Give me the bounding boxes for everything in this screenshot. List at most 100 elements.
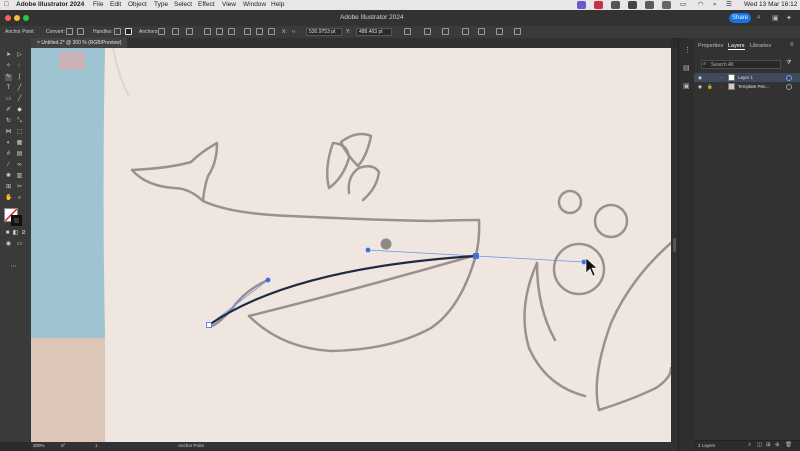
paintbrush-icon[interactable]: ╱	[16, 96, 23, 103]
zoom-field[interactable]: 300%	[33, 443, 45, 448]
filter-icon[interactable]: ⧩	[786, 60, 791, 67]
artboard-tool-icon[interactable]: ⊞	[5, 184, 12, 191]
delete-layer-icon[interactable]: 🗑	[785, 442, 792, 448]
search-icon[interactable]: ⌕	[757, 14, 761, 22]
rotate-tool-icon[interactable]: ↻	[5, 118, 12, 125]
layers-search-input[interactable]: Search All	[701, 60, 781, 69]
magic-wand-icon[interactable]: ✧	[5, 63, 12, 70]
lock-icon[interactable]: 🔒	[707, 82, 713, 91]
target-icon[interactable]	[786, 84, 792, 90]
menu-type[interactable]: Type	[154, 1, 168, 9]
tab-close-icon[interactable]: ×	[37, 40, 40, 46]
shaper-tool-icon[interactable]: ✐	[5, 107, 12, 114]
menu-edit[interactable]: Edit	[110, 1, 121, 9]
hand-icon[interactable]: ✋	[5, 195, 12, 202]
menu-window[interactable]: Window	[243, 1, 266, 9]
menubar-clock[interactable]: Wed 13 Mar 16:12	[744, 1, 797, 9]
status-app-icon[interactable]	[611, 1, 620, 9]
menu-help[interactable]: Help	[271, 1, 284, 9]
status-app-icon[interactable]	[628, 1, 637, 9]
none-mode-icon[interactable]: ⧄	[20, 230, 27, 237]
zoom-window-button[interactable]	[23, 15, 29, 21]
app-menu[interactable]: Adobe Illustrator 2024	[16, 1, 84, 9]
sparkle-icon[interactable]: ✦	[786, 14, 792, 22]
status-app-icon[interactable]	[594, 1, 603, 9]
convert-smooth-icon[interactable]	[77, 28, 84, 35]
blend-tool-icon[interactable]: ∞	[16, 162, 23, 169]
y-field[interactable]: 488.463 pt	[356, 28, 392, 36]
share-button[interactable]: Share	[729, 13, 751, 23]
gradient-mode-icon[interactable]: ◧	[12, 230, 19, 237]
hide-handles-icon[interactable]	[125, 28, 132, 35]
draw-mode-icon[interactable]: ◉	[5, 241, 12, 248]
page-field[interactable]: 1	[95, 443, 98, 448]
align-icon[interactable]	[268, 28, 275, 35]
zoom-icon[interactable]: ⌕	[16, 195, 23, 202]
wifi-icon[interactable]: ◠	[698, 1, 704, 9]
free-transform-icon[interactable]: ⬚	[16, 129, 23, 136]
cut-path-icon[interactable]	[186, 28, 193, 35]
width-tool-icon[interactable]: ⋈	[5, 129, 12, 136]
scale-tool-icon[interactable]: ⤡	[16, 118, 23, 125]
locate-object-icon[interactable]: ⌕	[748, 442, 751, 449]
show-handles-icon[interactable]	[114, 28, 121, 35]
vertical-scrollbar[interactable]	[671, 48, 678, 442]
minimize-window-button[interactable]	[14, 15, 20, 21]
menu-select[interactable]: Select	[174, 1, 192, 9]
battery-icon[interactable]: ▭	[680, 1, 686, 9]
isolate-icon[interactable]	[442, 28, 449, 35]
color-mode-icon[interactable]: ■	[4, 230, 11, 237]
control-center-icon[interactable]: ☰	[726, 1, 732, 9]
shape-builder-icon[interactable]: ◐	[5, 140, 12, 147]
direct-selection-icon[interactable]: ▷	[16, 52, 23, 59]
canvas[interactable]	[31, 48, 671, 442]
arrange-icon[interactable]	[478, 28, 485, 35]
handle-point[interactable]	[581, 259, 587, 265]
document-tab[interactable]: × Untitled-2* @ 300 % (RGB/Preview)	[31, 38, 128, 48]
properties-icon[interactable]: ▤	[683, 64, 690, 72]
eye-icon[interactable]: ◉	[698, 82, 702, 91]
eraser-icon[interactable]: ◆	[16, 107, 23, 114]
anchor-point[interactable]	[473, 253, 479, 259]
menu-view[interactable]: View	[222, 1, 236, 9]
align-icon[interactable]	[204, 28, 211, 35]
align-icon[interactable]	[244, 28, 251, 35]
layer-row[interactable]: ◉ › Layer 1	[694, 73, 800, 82]
screen-record-icon[interactable]	[577, 1, 586, 9]
transform-icon[interactable]	[404, 28, 411, 35]
layer-row[interactable]: ◉ 🔒 › Template Pen...	[694, 82, 800, 91]
apple-icon[interactable]: 	[4, 1, 9, 9]
rotation-field[interactable]: 0°	[61, 443, 65, 448]
line-tool-icon[interactable]: ╱	[16, 85, 23, 92]
status-app-icon[interactable]	[645, 1, 654, 9]
target-icon[interactable]	[786, 75, 792, 81]
tab-layers[interactable]: Layers	[728, 43, 745, 50]
lasso-icon[interactable]: ◌	[16, 63, 23, 70]
perspective-grid-icon[interactable]: ▦	[16, 140, 23, 147]
recolor-icon[interactable]	[496, 28, 503, 35]
gradient-tool-icon[interactable]: ▤	[16, 151, 23, 158]
eyedropper-icon[interactable]: ⁄	[5, 162, 12, 169]
rectangle-tool-icon[interactable]: ▭	[5, 96, 12, 103]
more-options-icon[interactable]	[514, 28, 521, 35]
remove-anchor-icon[interactable]	[158, 28, 165, 35]
eye-icon[interactable]: ◉	[698, 73, 702, 82]
curvature-tool-icon[interactable]: ∫	[16, 74, 23, 81]
stroke-swatch[interactable]	[11, 215, 22, 226]
mesh-tool-icon[interactable]: #	[5, 151, 12, 158]
pen-tool-icon[interactable]: ✎	[5, 74, 12, 81]
stepper-icon[interactable]: ‹›	[292, 29, 295, 35]
menu-object[interactable]: Object	[128, 1, 147, 9]
selection-tool-icon[interactable]: ➤	[5, 52, 12, 59]
convert-corner-icon[interactable]	[66, 28, 73, 35]
menu-effect[interactable]: Effect	[198, 1, 215, 9]
status-app-icon[interactable]	[662, 1, 671, 9]
align-icon[interactable]	[216, 28, 223, 35]
expand-layer-icon[interactable]: ›	[721, 73, 723, 82]
align-icon[interactable]	[228, 28, 235, 35]
screen-mode-icon[interactable]: ▭	[16, 241, 23, 248]
panel-grip-icon[interactable]: ⋮	[684, 46, 691, 54]
layer-name[interactable]: Layer 1	[738, 73, 753, 82]
anchor-point[interactable]	[206, 322, 212, 328]
search-icon[interactable]: ⌕	[713, 1, 717, 9]
